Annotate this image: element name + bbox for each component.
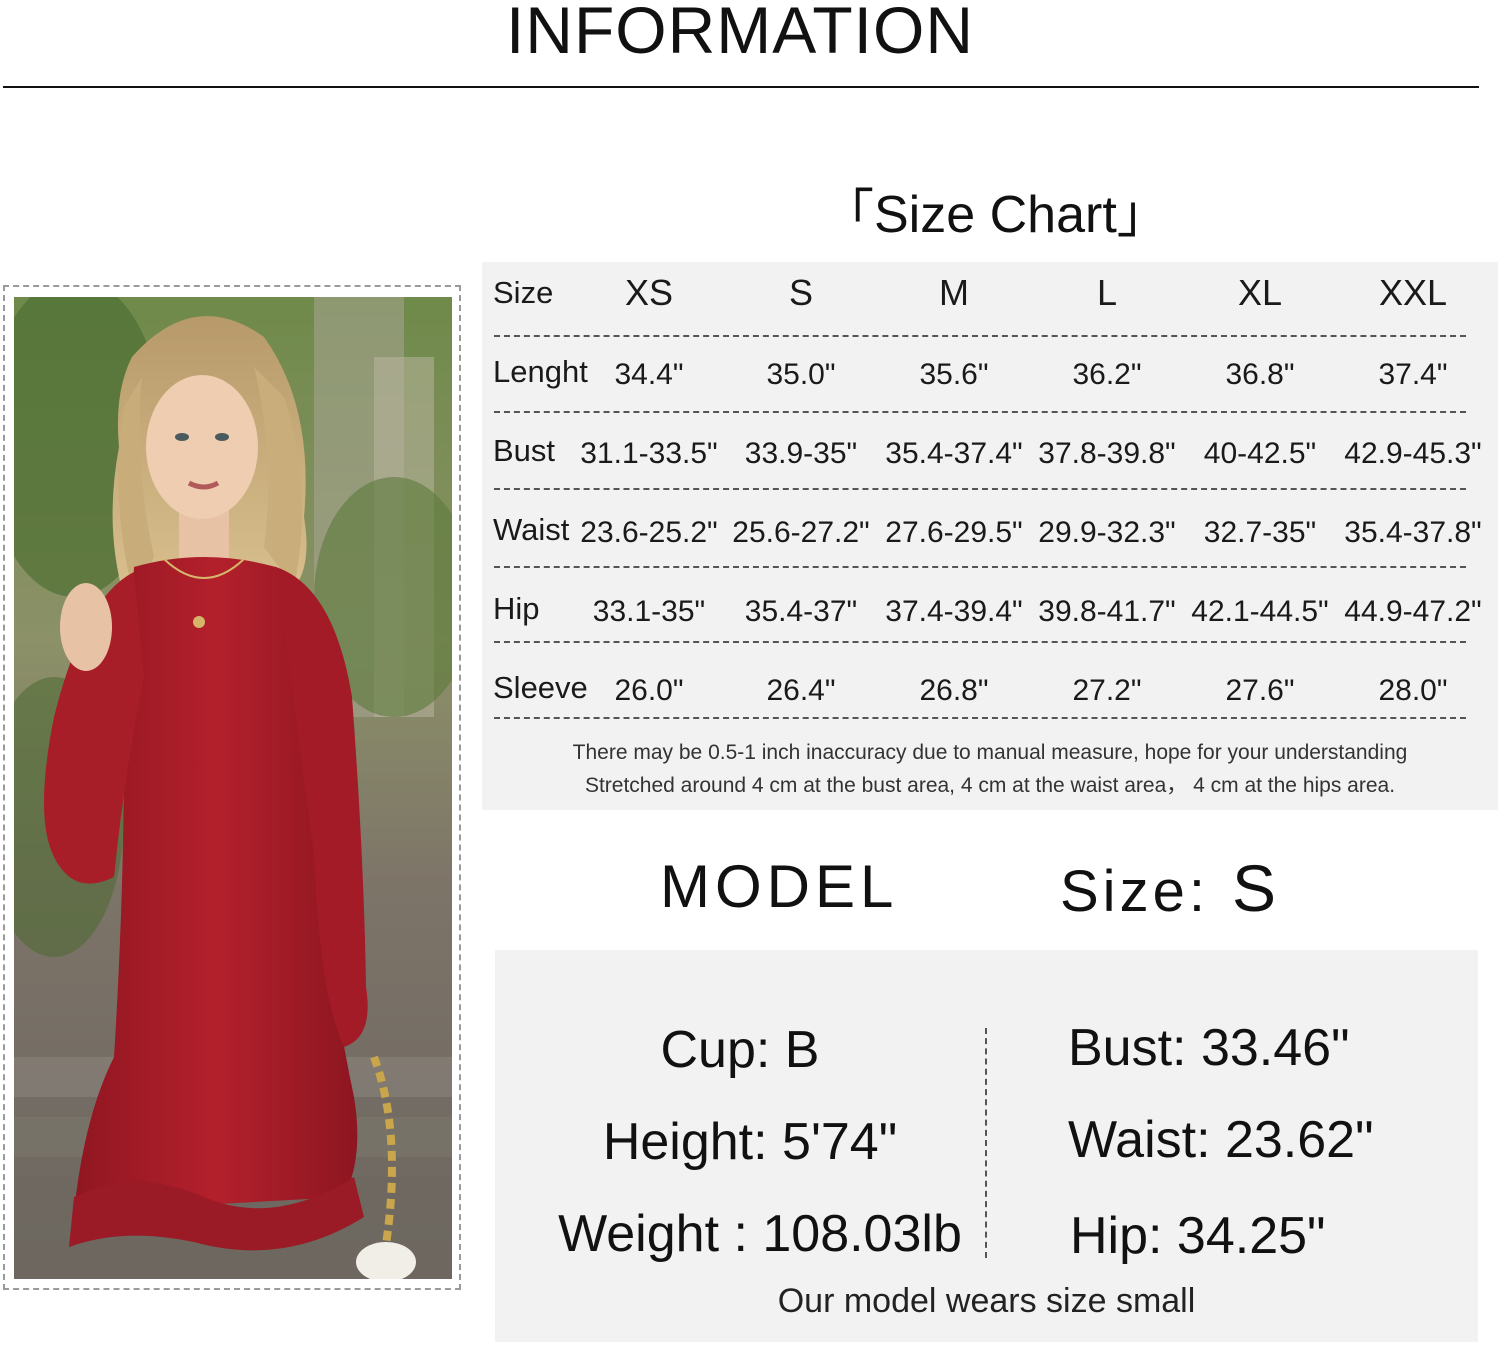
table-cell: 35.4-37": [744, 595, 858, 628]
table-cell: 35.4-37.4": [885, 437, 1023, 470]
table-cell: 39.8-41.7": [1038, 595, 1176, 628]
stretch-note: Stretched around 4 cm at the bust area, …: [584, 774, 1396, 797]
model-size-value: S: [1232, 851, 1277, 925]
row-divider: [494, 488, 1466, 490]
row-divider: [494, 335, 1466, 337]
table-cell: 35.4-37.8": [1344, 516, 1482, 549]
size-header-s: S: [788, 272, 813, 313]
table-cell: 26.4": [766, 674, 836, 707]
row-divider: [494, 717, 1466, 719]
table-cell: 32.7-35": [1203, 516, 1317, 549]
size-header-xs: XS: [624, 272, 674, 313]
model-size-label: Size:: [1060, 859, 1209, 924]
table-cell: 36.2": [1072, 358, 1142, 391]
table-cell: 23.6-25.2": [580, 516, 718, 549]
model-cup: Cup: B: [660, 1021, 820, 1079]
size-header-xl: XL: [1237, 272, 1283, 313]
page-title: INFORMATION: [505, 0, 975, 67]
model-height: Height: 5'74": [602, 1113, 898, 1171]
table-cell: 35.0": [766, 358, 836, 391]
table-cell: 37.4": [1378, 358, 1448, 391]
row-label-waist: Waist: [493, 512, 570, 547]
model-photo: [14, 297, 452, 1279]
table-cell: 29.9-32.3": [1038, 516, 1176, 549]
model-photo-illustration: [14, 297, 452, 1279]
size-chart-title: 「Size Chart」: [822, 186, 1169, 244]
model-bust: Bust: 33.46": [1068, 1019, 1350, 1077]
table-cell: 33.1-35": [592, 595, 706, 628]
table-cell: 27.2": [1072, 674, 1142, 707]
table-cell: 36.8": [1225, 358, 1295, 391]
table-cell: 42.9-45.3": [1344, 437, 1482, 470]
table-cell: 27.6": [1225, 674, 1295, 707]
table-cell: 28.0": [1378, 674, 1448, 707]
row-label-hip: Hip: [493, 591, 540, 626]
size-header-l: L: [1096, 272, 1118, 313]
model-title: MODEL: [660, 853, 899, 920]
size-header-label: Size: [493, 275, 554, 310]
model-hip: Hip: 34.25": [1070, 1207, 1326, 1265]
table-cell: 31.1-33.5": [580, 437, 718, 470]
size-header-xxl: XXL: [1378, 272, 1448, 313]
table-cell: 40-42.5": [1203, 437, 1317, 470]
table-cell: 27.6-29.5": [885, 516, 1023, 549]
table-cell: 33.9-35": [744, 437, 858, 470]
table-cell: 25.6-27.2": [732, 516, 870, 549]
table-cell: 34.4": [614, 358, 684, 391]
table-cell: 26.8": [919, 674, 989, 707]
table-cell: 35.6": [919, 358, 989, 391]
size-header-m: M: [939, 272, 969, 313]
table-cell: 26.0": [614, 674, 684, 707]
model-weight: Weight : 108.03lb: [558, 1205, 962, 1263]
measurement-note: There may be 0.5-1 inch inaccuracy due t…: [572, 741, 1408, 764]
row-label-bust: Bust: [493, 433, 556, 468]
model-waist: Waist: 23.62": [1068, 1111, 1374, 1169]
table-cell: 44.9-47.2": [1344, 595, 1482, 628]
row-divider: [494, 566, 1466, 568]
row-divider: [494, 411, 1466, 413]
table-cell: 37.4-39.4": [885, 595, 1023, 628]
model-size-note: Our model wears size small: [777, 1282, 1196, 1320]
title-divider: [3, 86, 1479, 88]
row-divider: [494, 641, 1466, 643]
table-cell: 37.8-39.8": [1038, 437, 1176, 470]
table-cell: 42.1-44.5": [1191, 595, 1329, 628]
